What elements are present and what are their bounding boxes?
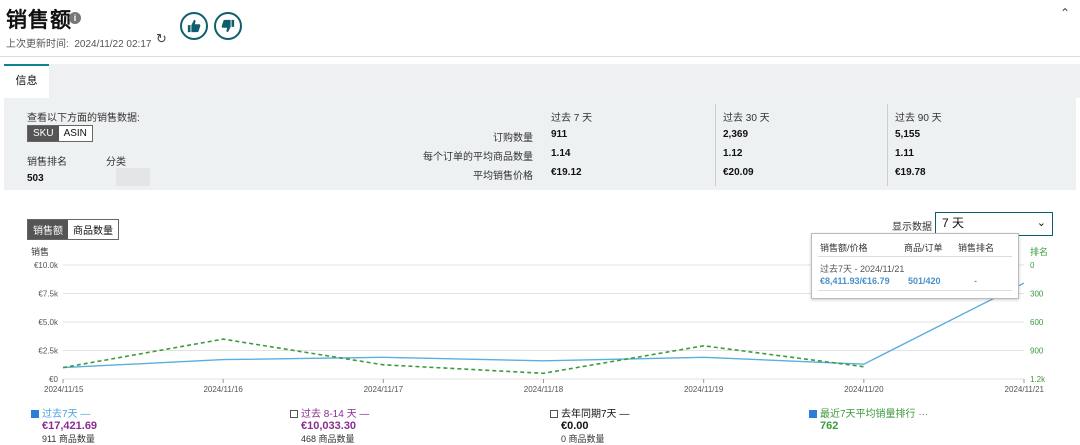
- legend-sub: 468 商品数量: [301, 434, 355, 444]
- metric-label-orders: 订购数量: [493, 133, 533, 144]
- checkbox-checked-icon[interactable]: [809, 410, 817, 418]
- tooltip-sales-value: €8,411.93/€16.79: [820, 276, 890, 286]
- sku-asin-toggle: SKU ASIN: [27, 125, 93, 142]
- checkbox-unchecked-icon[interactable]: [290, 410, 298, 418]
- checkbox-checked-icon[interactable]: [31, 410, 39, 418]
- toggle-sku[interactable]: SKU: [28, 126, 59, 141]
- page-title: 销售额: [6, 9, 72, 32]
- y-tick-label: €10.0k: [34, 261, 59, 270]
- legend-sub: 0 商品数量: [561, 434, 605, 444]
- metric-label-avg-items: 每个订单的平均商品数量: [423, 152, 533, 163]
- thumbs-up-icon: [187, 19, 201, 33]
- view-by-label: 查看以下方面的销售数据:: [27, 113, 140, 124]
- category-value-redacted: [116, 168, 150, 186]
- metric-label-avg-price: 平均销售价格: [473, 171, 533, 182]
- rank-label: 销售排名: [27, 157, 67, 168]
- refresh-icon[interactable]: ↻: [156, 31, 167, 47]
- tab-strip: [4, 64, 1080, 98]
- y-axis-label: 销售: [31, 246, 49, 257]
- info-icon[interactable]: i: [69, 12, 81, 24]
- period-90d-avg-price: €19.78: [895, 167, 926, 178]
- period-header-7d: 过去 7 天: [551, 113, 593, 124]
- legend-item-avg-rank[interactable]: 最近7天平均销量排行 ··· 762: [809, 405, 928, 432]
- toggle-units[interactable]: 商品数量: [68, 220, 118, 239]
- tooltip-header-rank: 销售排名: [958, 243, 995, 253]
- tooltip-header-sales: 销售额/价格: [820, 243, 868, 253]
- y-tick-label: €2.5k: [38, 347, 59, 356]
- column-divider: [887, 104, 888, 186]
- collapse-chevron-icon[interactable]: ⌃: [1060, 6, 1070, 20]
- chart-metric-toggle: 销售额 商品数量: [27, 219, 119, 240]
- period-30d-avg-price: €20.09: [723, 167, 754, 178]
- chart-tooltip: 销售额/价格 商品/订单 销售排名 过去7天 - 2024/11/21 €8,4…: [811, 233, 1019, 299]
- legend-item-last-7-days[interactable]: 过去7天 — €17,421.69 911 商品数量: [31, 405, 97, 445]
- category-label: 分类: [106, 157, 126, 168]
- period-30d-orders: 2,369: [723, 129, 749, 140]
- thumbs-down-icon: [221, 19, 235, 33]
- legend-label: 去年同期7天: [561, 409, 617, 420]
- tooltip-units-value: 501/420: [908, 276, 941, 286]
- column-divider: [715, 104, 716, 186]
- period-7d-avg-price: €19.12: [551, 167, 582, 178]
- last-updated-label: 上次更新时间:: [6, 39, 69, 50]
- chevron-down-icon: ⌄: [1036, 217, 1046, 229]
- toggle-asin[interactable]: ASIN: [58, 126, 92, 141]
- y-tick-label: €0: [49, 375, 58, 384]
- y2-tick-label: 300: [1030, 290, 1044, 299]
- display-range-value: 7 天: [942, 216, 965, 230]
- x-tick-label: 2024/11/15: [44, 385, 84, 394]
- legend-value: €17,421.69: [42, 420, 98, 432]
- y-tick-label: €5.0k: [38, 318, 59, 327]
- y2-tick-label: 900: [1030, 347, 1044, 356]
- x-tick-label: 2024/11/18: [524, 385, 564, 394]
- legend-label: 最近7天平均销量排行: [820, 409, 916, 420]
- legend-item-last-year[interactable]: 去年同期7天 — €0.00 0 商品数量: [550, 405, 629, 445]
- rank-series-line: [62, 338, 864, 375]
- legend-item-8-14-days[interactable]: 过去 8-14 天 — €10,033.30 468 商品数量: [290, 405, 369, 445]
- toggle-sales[interactable]: 销售额: [28, 220, 68, 239]
- thumbs-up-button[interactable]: [180, 12, 208, 40]
- period-30d-avg-items: 1.12: [723, 148, 743, 159]
- thumbs-down-button[interactable]: [214, 12, 242, 40]
- rank-value: 503: [27, 173, 44, 184]
- tooltip-period: 过去7天 - 2024/11/21: [820, 264, 905, 274]
- y2-axis-label: 排名: [1030, 246, 1048, 257]
- period-header-30d: 过去 30 天: [723, 113, 770, 124]
- last-updated-value: 2024/11/22 02:17: [74, 39, 152, 50]
- y2-tick-label: 600: [1030, 318, 1044, 327]
- legend-sub: 911 商品数量: [42, 434, 95, 444]
- x-tick-label: 2024/11/21: [1005, 385, 1045, 394]
- y2-tick-label: 0: [1030, 261, 1035, 270]
- y2-tick-label: 1.2k: [1030, 375, 1046, 384]
- period-90d-orders: 5,155: [895, 129, 921, 140]
- period-90d-avg-items: 1.11: [895, 148, 914, 159]
- tooltip-rank-value: -: [974, 276, 977, 286]
- period-header-90d: 过去 90 天: [895, 113, 942, 124]
- tab-info[interactable]: 信息: [4, 64, 49, 98]
- divider: [0, 56, 1080, 57]
- legend-value: 762: [820, 420, 839, 432]
- period-7d-orders: 911: [551, 129, 568, 140]
- x-tick-label: 2024/11/16: [203, 385, 243, 394]
- divider: [818, 256, 1012, 257]
- legend-label: 过去 8-14 天: [301, 409, 357, 420]
- x-tick-label: 2024/11/17: [364, 385, 404, 394]
- checkbox-unchecked-icon[interactable]: [550, 410, 558, 418]
- divider: [818, 290, 1012, 291]
- last-updated: 上次更新时间: 2024/11/22 02:17: [6, 35, 151, 50]
- x-tick-label: 2024/11/19: [684, 385, 724, 394]
- x-tick-label: 2024/11/20: [844, 385, 884, 394]
- legend-value: €0.00: [561, 420, 589, 432]
- y-tick-label: €7.5k: [38, 290, 59, 299]
- legend-value: €10,033.30: [301, 420, 357, 432]
- period-7d-avg-items: 1.14: [551, 148, 571, 159]
- legend-label: 过去7天: [42, 409, 78, 420]
- display-data-label: 显示数据: [892, 222, 932, 233]
- tooltip-header-units: 商品/订单: [904, 243, 943, 253]
